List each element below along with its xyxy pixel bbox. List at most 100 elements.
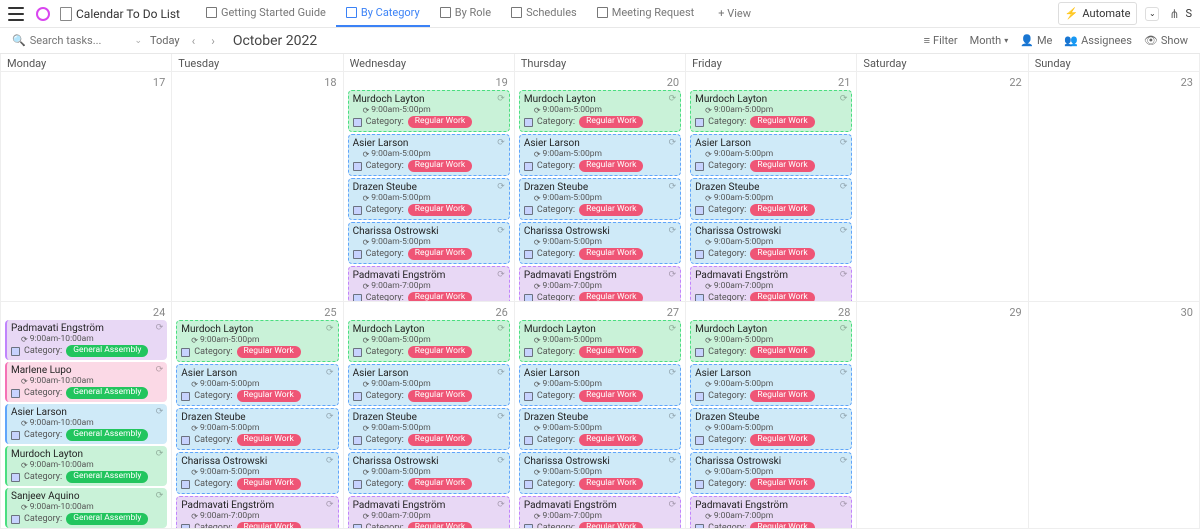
category-chip[interactable]: Regular Work [579, 346, 643, 358]
category-chip[interactable]: Regular Work [408, 160, 472, 172]
calendar-event[interactable]: ⟳Asier Larson9:00am-5:00pmCategory:Regul… [348, 364, 510, 406]
calendar-event[interactable]: ⟳Padmavati Engström9:00am-7:00pmCategory… [690, 496, 852, 529]
category-chip[interactable]: Regular Work [408, 292, 472, 302]
calendar-event[interactable]: ⟳Murdoch Layton9:00am-5:00pmCategory:Reg… [519, 320, 681, 362]
today-button[interactable]: Today [150, 34, 180, 47]
calendar-event[interactable]: ⟳Charissa Ostrowski9:00am-5:00pmCategory… [690, 222, 852, 264]
category-chip[interactable]: Regular Work [579, 248, 643, 260]
category-chip[interactable]: Regular Work [408, 116, 472, 128]
category-chip[interactable]: Regular Work [579, 160, 643, 172]
calendar-event[interactable]: ⟳Padmavati Engström9:00am-7:00pmCategory… [519, 266, 681, 302]
tab-by-role[interactable]: By Role [430, 0, 501, 27]
category-chip[interactable]: Regular Work [750, 248, 814, 260]
calendar-event[interactable]: ⟳Murdoch Layton9:00am-5:00pmCategory:Reg… [690, 320, 852, 362]
calendar-event[interactable]: ⟳Asier Larson9:00am-5:00pmCategory:Regul… [690, 134, 852, 176]
calendar-event[interactable]: ⟳Marlene Lupo9:00am-10:00amCategory:Gene… [5, 362, 167, 402]
calendar-cell[interactable]: 25⟳Murdoch Layton9:00am-5:00pmCategory:R… [172, 302, 342, 529]
calendar-cell[interactable]: 27⟳Murdoch Layton9:00am-5:00pmCategory:R… [515, 302, 685, 529]
calendar-cell[interactable]: 20⟳Murdoch Layton9:00am-5:00pmCategory:R… [515, 72, 685, 302]
category-chip[interactable]: Regular Work [237, 478, 301, 490]
calendar-event[interactable]: ⟳Drazen Steube9:00am-5:00pmCategory:Regu… [348, 408, 510, 450]
calendar-event[interactable]: ⟳Asier Larson9:00am-5:00pmCategory:Regul… [519, 364, 681, 406]
calendar-event[interactable]: ⟳Padmavati Engström9:00am-7:00pmCategory… [519, 496, 681, 529]
calendar-event[interactable]: ⟳Murdoch Layton9:00am-5:00pmCategory:Reg… [176, 320, 338, 362]
category-chip[interactable]: Regular Work [408, 478, 472, 490]
calendar-event[interactable]: ⟳Asier Larson9:00am-5:00pmCategory:Regul… [176, 364, 338, 406]
prev-month-button[interactable]: ‹ [188, 34, 200, 48]
calendar-cell[interactable]: 22 [857, 72, 1027, 302]
calendar-event[interactable]: ⟳Padmavati Engström9:00am-7:00pmCategory… [348, 496, 510, 529]
calendar-event[interactable]: ⟳Asier Larson9:00am-5:00pmCategory:Regul… [348, 134, 510, 176]
filter-button[interactable]: ≡Filter [924, 34, 958, 47]
calendar-cell[interactable]: 23 [1029, 72, 1199, 302]
tab-schedules[interactable]: Schedules [501, 0, 587, 27]
calendar-event[interactable]: ⟳Charissa Ostrowski9:00am-5:00pmCategory… [176, 452, 338, 494]
calendar-event[interactable]: ⟳Padmavati Engström9:00am-7:00pmCategory… [690, 266, 852, 302]
calendar-event[interactable]: ⟳Drazen Steube9:00am-5:00pmCategory:Regu… [519, 178, 681, 220]
category-chip[interactable]: Regular Work [750, 346, 814, 358]
calendar-cell[interactable]: 30 [1029, 302, 1199, 529]
category-chip[interactable]: Regular Work [579, 204, 643, 216]
category-chip[interactable]: Regular Work [408, 204, 472, 216]
calendar-event[interactable]: ⟳Drazen Steube9:00am-5:00pmCategory:Regu… [690, 408, 852, 450]
category-chip[interactable]: General Assembly [66, 429, 148, 441]
calendar-event[interactable]: ⟳Murdoch Layton9:00am-5:00pmCategory:Reg… [348, 320, 510, 362]
calendar-event[interactable]: ⟳Padmavati Engström9:00am-10:00amCategor… [5, 320, 167, 360]
category-chip[interactable]: General Assembly [66, 513, 148, 525]
calendar-event[interactable]: ⟳Murdoch Layton9:00am-5:00pmCategory:Reg… [519, 90, 681, 132]
tab-by-category[interactable]: By Category [336, 0, 430, 27]
category-chip[interactable]: Regular Work [408, 522, 472, 529]
category-chip[interactable]: Regular Work [750, 160, 814, 172]
calendar-event[interactable]: ⟳Murdoch Layton9:00am-5:00pmCategory:Reg… [690, 90, 852, 132]
calendar-cell[interactable]: 21⟳Murdoch Layton9:00am-5:00pmCategory:R… [686, 72, 856, 302]
calendar-event[interactable]: ⟳Charissa Ostrowski9:00am-5:00pmCategory… [519, 222, 681, 264]
category-chip[interactable]: General Assembly [66, 345, 148, 357]
category-chip[interactable]: Regular Work [750, 478, 814, 490]
calendar-event[interactable]: ⟳Charissa Ostrowski9:00am-5:00pmCategory… [690, 452, 852, 494]
calendar-cell[interactable]: 24⟳Padmavati Engström9:00am-10:00amCateg… [1, 302, 171, 529]
calendar-event[interactable]: ⟳Padmavati Engström9:00am-7:00pmCategory… [348, 266, 510, 302]
calendar-event[interactable]: ⟳Drazen Steube9:00am-5:00pmCategory:Regu… [690, 178, 852, 220]
search-wrap[interactable]: 🔍 ⌄ [12, 34, 142, 47]
tab-meeting-request[interactable]: Meeting Request [587, 0, 705, 27]
category-chip[interactable]: Regular Work [237, 346, 301, 358]
category-chip[interactable]: General Assembly [66, 387, 148, 399]
calendar-event[interactable]: ⟳Drazen Steube9:00am-5:00pmCategory:Regu… [348, 178, 510, 220]
calendar-cell[interactable]: 17 [1, 72, 171, 302]
category-chip[interactable]: Regular Work [750, 390, 814, 402]
assignees-button[interactable]: 👥Assignees [1064, 34, 1132, 47]
calendar-event[interactable]: ⟳Charissa Ostrowski9:00am-5:00pmCategory… [348, 222, 510, 264]
category-chip[interactable]: Regular Work [579, 478, 643, 490]
category-chip[interactable]: Regular Work [408, 390, 472, 402]
me-toggle[interactable]: 👤Me [1020, 34, 1052, 47]
calendar-cell[interactable]: 26⟳Murdoch Layton9:00am-5:00pmCategory:R… [344, 302, 514, 529]
category-chip[interactable]: Regular Work [579, 522, 643, 529]
calendar-cell[interactable]: 19⟳Murdoch Layton9:00am-5:00pmCategory:R… [344, 72, 514, 302]
category-chip[interactable]: Regular Work [408, 434, 472, 446]
calendar-cell[interactable]: 29 [857, 302, 1027, 529]
calendar-event[interactable]: ⟳Charissa Ostrowski9:00am-5:00pmCategory… [348, 452, 510, 494]
calendar-cell[interactable]: 28⟳Murdoch Layton9:00am-5:00pmCategory:R… [686, 302, 856, 529]
calendar-event[interactable]: ⟳Charissa Ostrowski9:00am-5:00pmCategory… [519, 452, 681, 494]
share-icon[interactable]: ⋔ [1169, 7, 1179, 21]
hamburger-icon[interactable] [8, 7, 24, 21]
category-chip[interactable]: Regular Work [579, 390, 643, 402]
brand-icon[interactable] [36, 7, 50, 21]
show-button[interactable]: 👁Show [1144, 34, 1188, 47]
automate-button[interactable]: ⚡ Automate [1058, 2, 1138, 25]
category-chip[interactable]: Regular Work [750, 204, 814, 216]
category-chip[interactable]: Regular Work [237, 434, 301, 446]
calendar-event[interactable]: ⟳Padmavati Engström9:00am-7:00pmCategory… [176, 496, 338, 529]
category-chip[interactable]: General Assembly [66, 471, 148, 483]
calendar-event[interactable]: ⟳Drazen Steube9:00am-5:00pmCategory:Regu… [519, 408, 681, 450]
automate-chevron-icon[interactable]: ⌄ [1145, 7, 1159, 21]
calendar-event[interactable]: ⟳Sanjeev Aquino9:00am-10:00amCategory:Ge… [5, 488, 167, 528]
calendar-event[interactable]: ⟳Murdoch Layton9:00am-10:00amCategory:Ge… [5, 446, 167, 486]
category-chip[interactable]: Regular Work [579, 434, 643, 446]
calendar-cell[interactable]: 18 [172, 72, 342, 302]
category-chip[interactable]: Regular Work [237, 522, 301, 529]
calendar-event[interactable]: ⟳Asier Larson9:00am-5:00pmCategory:Regul… [519, 134, 681, 176]
next-month-button[interactable]: › [207, 34, 219, 48]
search-input[interactable] [30, 34, 110, 47]
category-chip[interactable]: Regular Work [408, 346, 472, 358]
